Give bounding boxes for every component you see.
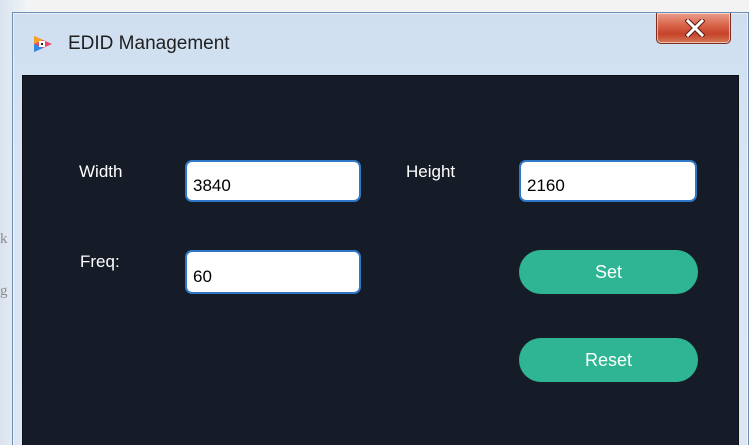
freq-label: Freq:: [80, 252, 120, 271]
edid-management-dialog: EDID Management Width Height Freq: Set R…: [12, 12, 749, 445]
height-input[interactable]: [519, 160, 697, 202]
reset-button[interactable]: Reset: [519, 338, 698, 382]
close-button[interactable]: [656, 13, 731, 44]
set-button[interactable]: Set: [519, 250, 698, 294]
background-text-fragment: g: [0, 283, 8, 299]
screenshot-stage: k g EDID Management Width Height: [0, 0, 749, 445]
window-title: EDID Management: [68, 33, 230, 54]
title-bar[interactable]: EDID Management: [13, 13, 748, 73]
background-text-fragment: k: [0, 231, 8, 247]
close-x-icon: [685, 19, 705, 37]
app-logo-icon: [34, 36, 52, 52]
width-input[interactable]: [185, 160, 361, 202]
edid-settings-panel: Width Height Freq: Set Reset: [22, 75, 739, 445]
freq-input[interactable]: [185, 250, 361, 294]
height-label: Height: [406, 162, 456, 181]
width-label: Width: [79, 162, 123, 181]
